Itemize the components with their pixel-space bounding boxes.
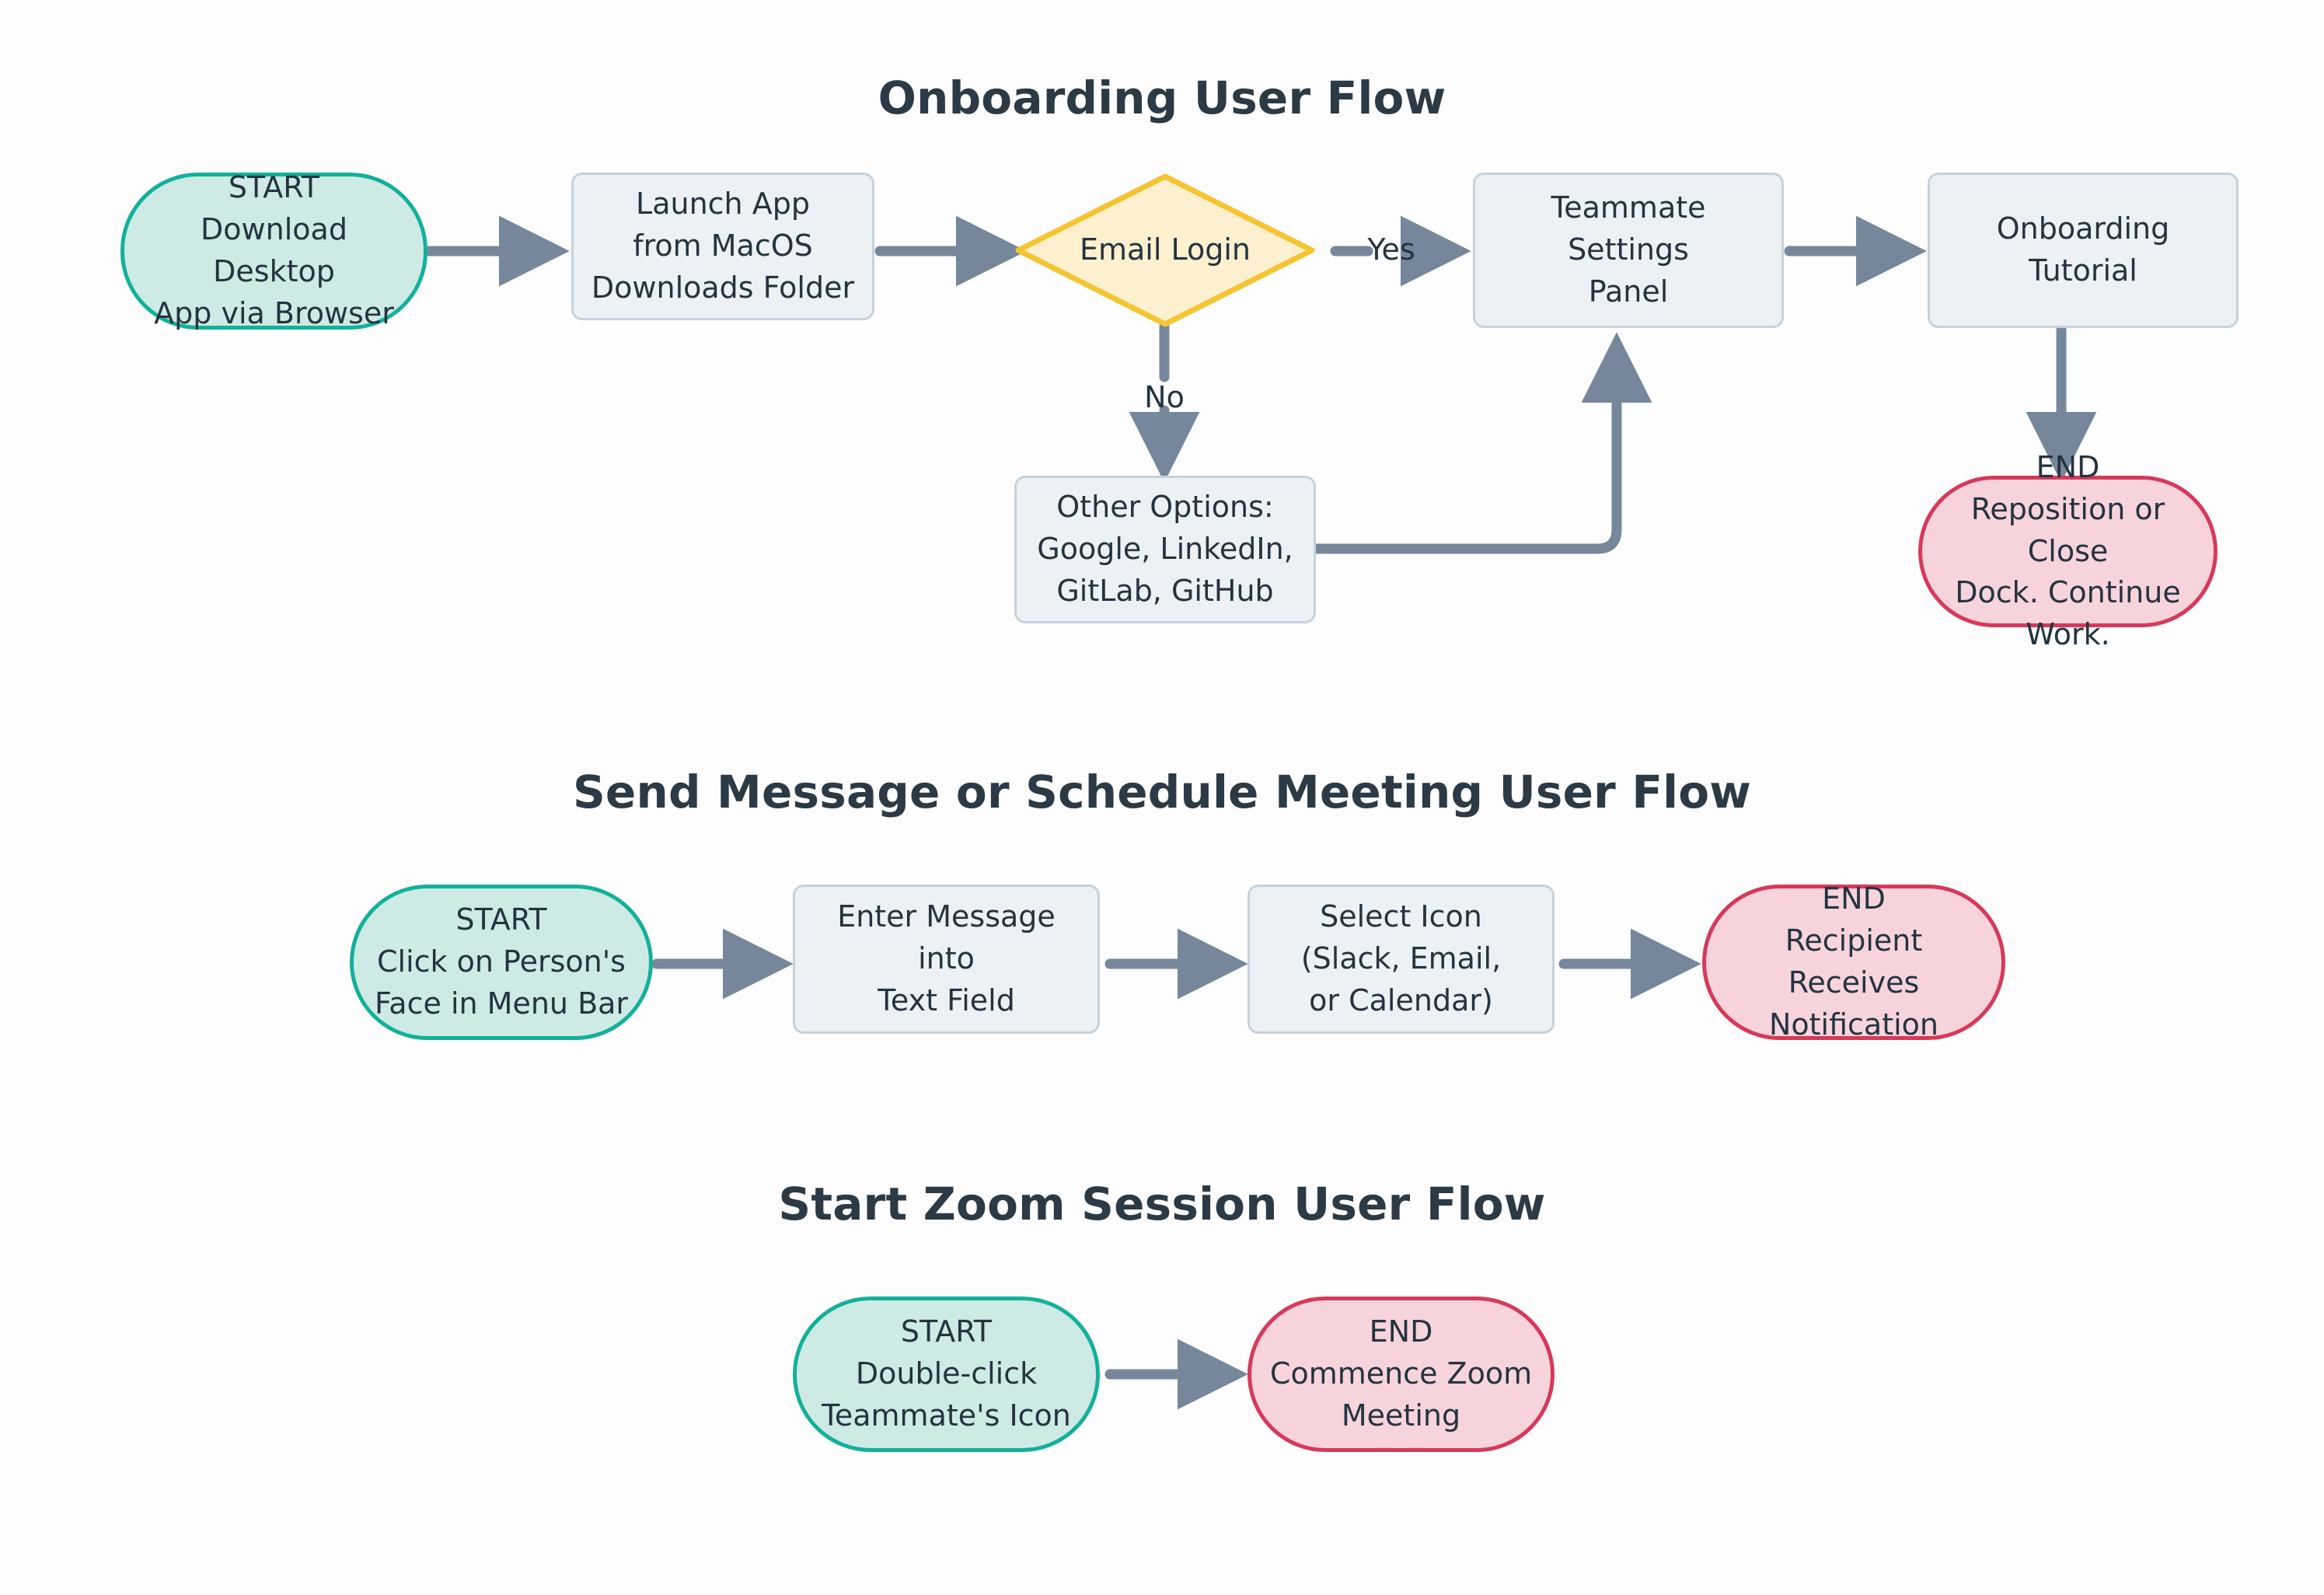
node-label: END Reposition or Close Dock. Continue W… — [1955, 449, 2181, 652]
node-onboarding-tutorial[interactable]: Onboarding Tutorial — [1928, 173, 2239, 328]
node-message-start[interactable]: START Click on Person's Face in Menu Bar — [350, 885, 653, 1040]
edge-other-to-settings — [1310, 332, 1652, 554]
node-label: Teammate Settings Panel — [1551, 190, 1706, 309]
node-label: END Recipient Receives Notification — [1768, 881, 1939, 1042]
node-label: Other Options: Google, LinkedIn, GitLab,… — [1037, 490, 1293, 608]
node-label: Email Login — [1079, 232, 1251, 267]
flow-title-send-message: Send Message or Schedule Meeting User Fl… — [572, 766, 1752, 818]
node-onboarding-end[interactable]: END Reposition or Close Dock. Continue W… — [1918, 450, 2218, 651]
node-label: START Click on Person's Face in Menu Bar — [374, 902, 629, 1021]
node-label: Onboarding Tutorial — [1996, 211, 2170, 288]
node-label: START Double-click Teammate's Icon — [822, 1314, 1071, 1433]
diagram-canvas: Onboarding User Flow START Download Desk… — [0, 0, 2324, 1595]
node-enter-message[interactable]: Enter Message into Text Field — [793, 885, 1100, 1034]
node-select-icon[interactable]: Select Icon (Slack, Email, or Calendar) — [1247, 885, 1555, 1034]
node-email-login-decision[interactable]: Email Login — [1014, 173, 1316, 328]
node-label: Select Icon (Slack, Email, or Calendar) — [1300, 899, 1502, 1017]
edge-label-no: No — [1144, 380, 1185, 414]
edge-label-yes: Yes — [1367, 232, 1415, 267]
node-zoom-end[interactable]: END Commence Zoom Meeting — [1247, 1297, 1555, 1452]
flow-title-zoom-session: Start Zoom Session User Flow — [778, 1178, 1546, 1230]
node-label: Enter Message into Text Field — [837, 899, 1056, 1017]
node-teammate-settings-panel[interactable]: Teammate Settings Panel — [1473, 173, 1784, 328]
node-onboarding-start[interactable]: START Download Desktop App via Browser — [120, 170, 427, 330]
flow-title-onboarding: Onboarding User Flow — [878, 72, 1446, 124]
node-label: END Commence Zoom Meeting — [1269, 1314, 1533, 1433]
node-launch-app[interactable]: Launch App from MacOS Downloads Folder — [571, 173, 874, 320]
node-other-options[interactable]: Other Options: Google, LinkedIn, GitLab,… — [1014, 476, 1316, 623]
node-label: Launch App from MacOS Downloads Folder — [591, 187, 855, 305]
node-zoom-start[interactable]: START Double-click Teammate's Icon — [793, 1297, 1100, 1452]
node-message-end[interactable]: END Recipient Receives Notification — [1702, 881, 2005, 1042]
node-label: START Download Desktop App via Browser — [154, 170, 394, 330]
